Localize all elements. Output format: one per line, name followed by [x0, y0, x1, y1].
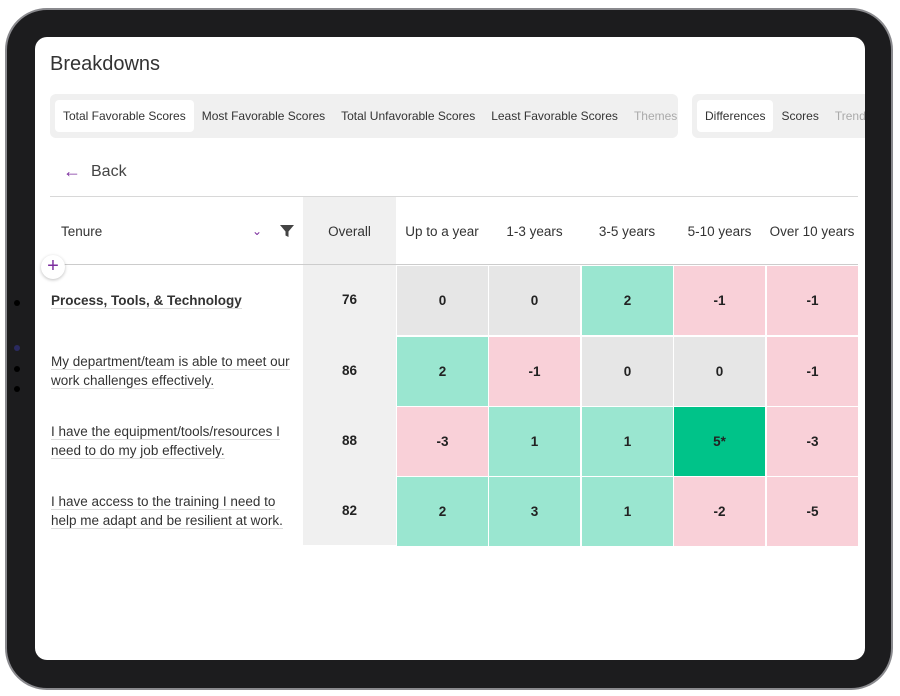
difference-cell[interactable]: 2: [397, 477, 488, 546]
difference-cell[interactable]: 1: [582, 407, 673, 476]
difference-cell[interactable]: -3: [397, 407, 488, 476]
tab-scores[interactable]: Scores: [773, 100, 826, 132]
difference-cell[interactable]: 0: [489, 266, 580, 335]
difference-cell[interactable]: -2: [674, 477, 765, 546]
tablet-button: [14, 386, 20, 392]
tab-total-favorable[interactable]: Total Favorable Scores: [55, 100, 194, 132]
question-label[interactable]: My department/team is able to meet our w…: [51, 352, 301, 390]
question-label[interactable]: I have access to the training I need to …: [51, 492, 301, 530]
column-header: 3-5 years: [598, 223, 656, 239]
tablet-sensor: [14, 345, 20, 351]
tab-least-favorable[interactable]: Least Favorable Scores: [483, 100, 626, 132]
tab-trend[interactable]: Trend: [827, 100, 865, 132]
category-label[interactable]: Process, Tools, & Technology: [51, 291, 301, 310]
difference-cell[interactable]: 1: [582, 477, 673, 546]
overall-score: 86: [341, 363, 358, 378]
add-icon[interactable]: +: [41, 255, 65, 279]
difference-cell[interactable]: 0: [582, 337, 673, 406]
tab-most-favorable[interactable]: Most Favorable Scores: [194, 100, 333, 132]
column-header: Up to a year: [405, 223, 479, 239]
difference-cell[interactable]: 2: [397, 337, 488, 406]
back-label: Back: [91, 162, 127, 180]
difference-cell[interactable]: -1: [767, 337, 858, 406]
overall-score: 76: [341, 292, 358, 307]
row-label-text: I have the equipment/tools/resources I n…: [51, 424, 280, 459]
tablet-camera: [14, 300, 20, 306]
tablet-button: [14, 366, 20, 372]
screen: Breakdowns Total Favorable Scores Most F…: [35, 37, 865, 660]
difference-cell[interactable]: 0: [397, 266, 488, 335]
tab-differences[interactable]: Differences: [697, 100, 774, 132]
difference-cell[interactable]: -1: [674, 266, 765, 335]
column-header: Overall: [328, 223, 371, 239]
view-tabs: Differences Scores Trend: [692, 94, 865, 138]
difference-cell[interactable]: 2: [582, 266, 673, 335]
chevron-down-icon[interactable]: ⌄: [252, 197, 262, 265]
group-selector-label: Tenure: [61, 223, 103, 239]
column-header: 1-3 years: [506, 223, 563, 239]
overall-score: 88: [341, 433, 358, 448]
back-button[interactable]: ← Back: [63, 161, 127, 182]
difference-cell[interactable]: 0: [674, 337, 765, 406]
arrow-left-icon: ←: [63, 161, 81, 181]
row-label-text: My department/team is able to meet our w…: [51, 354, 290, 389]
row-label-text: Process, Tools, & Technology: [51, 292, 242, 309]
tab-total-unfavorable[interactable]: Total Unfavorable Scores: [333, 100, 483, 132]
column-header: 5-10 years: [687, 223, 752, 239]
page-title: Breakdowns: [50, 53, 161, 75]
difference-cell[interactable]: -5: [767, 477, 858, 546]
row-label-text: I have access to the training I need to …: [51, 494, 283, 529]
score-type-tabs: Total Favorable Scores Most Favorable Sc…: [50, 94, 678, 138]
difference-cell[interactable]: 1: [489, 407, 580, 476]
column-header: Over 10 years: [769, 223, 855, 239]
filter-icon[interactable]: [280, 197, 294, 265]
tab-themes[interactable]: Themes: [626, 100, 685, 132]
question-label[interactable]: I have the equipment/tools/resources I n…: [51, 422, 301, 460]
difference-cell[interactable]: -3: [767, 407, 858, 476]
difference-cell[interactable]: -1: [767, 266, 858, 335]
difference-cell[interactable]: 3: [489, 477, 580, 546]
difference-cell[interactable]: 5*: [674, 407, 765, 476]
difference-cell[interactable]: -1: [489, 337, 580, 406]
overall-score: 82: [341, 503, 358, 518]
